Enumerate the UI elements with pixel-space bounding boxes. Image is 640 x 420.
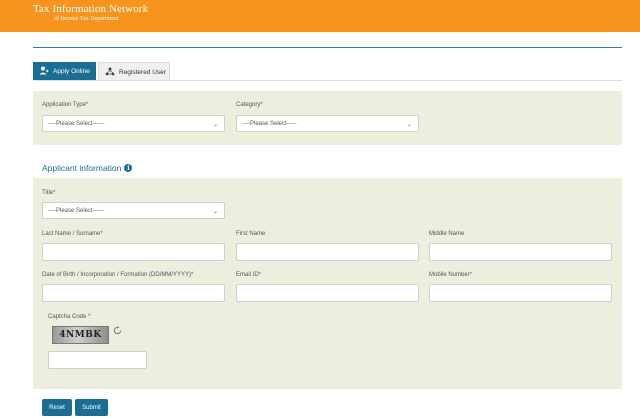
tab-apply-online[interactable]: Apply Online <box>33 62 96 81</box>
chevron-down-icon: ⌄ <box>212 209 218 215</box>
captcha-image: 4NMBK <box>52 326 109 344</box>
captcha-input[interactable] <box>48 351 147 369</box>
middle-name-label: Middle Name <box>429 231 465 237</box>
email-input[interactable] <box>236 284 419 302</box>
category-select[interactable]: ----Please Select----- ⌄ <box>236 115 419 132</box>
first-name-input[interactable] <box>236 243 419 261</box>
network-users-icon <box>105 67 116 78</box>
site-title: Tax Information Network <box>33 3 149 15</box>
tab-apply-online-label: Apply Online <box>53 68 90 75</box>
dob-input[interactable] <box>42 284 225 302</box>
applicant-info-title: Applicant information <box>42 163 122 173</box>
reset-button[interactable]: Reset <box>42 399 72 416</box>
category-label: Category* <box>236 102 263 108</box>
email-label: Email ID* <box>236 272 262 278</box>
user-apply-icon <box>39 66 50 77</box>
tabs-divider <box>33 80 622 81</box>
tab-registered-user-label: Registered User <box>119 68 166 76</box>
header-divider <box>33 47 622 48</box>
application-type-value: ----Please Select------ <box>48 120 105 127</box>
title-label: Title* <box>42 190 56 196</box>
last-name-label: Last Name / Surname* <box>42 231 103 237</box>
applicant-info-heading: Applicant information i <box>42 163 133 173</box>
application-type-label: Application Type* <box>42 102 89 108</box>
category-value: ----Please Select----- <box>242 120 297 127</box>
mobile-label: Mobile Number* <box>429 272 473 278</box>
info-icon[interactable]: i <box>124 164 133 172</box>
last-name-input[interactable] <box>42 243 225 261</box>
chevron-down-icon: ⌄ <box>212 122 218 128</box>
middle-name-input[interactable] <box>429 243 612 261</box>
title-value: ----Please Select------ <box>48 207 105 214</box>
refresh-icon[interactable] <box>113 326 122 337</box>
first-name-label: First Name <box>236 231 266 237</box>
dob-label: Date of Birth / Incorporation / Formatio… <box>42 272 194 278</box>
site-subtitle: of Income Tax Department <box>54 16 119 22</box>
tab-registered-user[interactable]: Registered User <box>98 62 170 81</box>
captcha-label: Captcha Code * <box>48 314 91 320</box>
chevron-down-icon: ⌄ <box>406 122 412 128</box>
application-type-select[interactable]: ----Please Select------ ⌄ <box>42 115 225 132</box>
title-select[interactable]: ----Please Select------ ⌄ <box>42 202 225 219</box>
submit-button[interactable]: Submit <box>75 399 108 416</box>
site-header: Tax Information Network of Income Tax De… <box>0 0 640 32</box>
mobile-input[interactable] <box>429 284 612 302</box>
